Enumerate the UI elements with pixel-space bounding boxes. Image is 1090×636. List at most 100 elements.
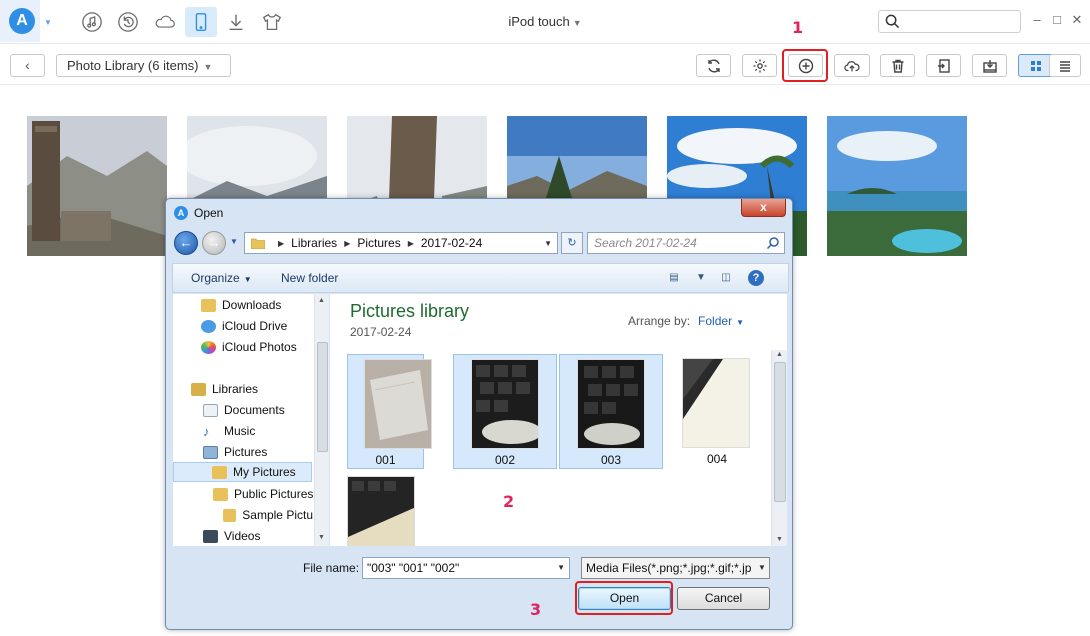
scroll-thumb[interactable] — [774, 362, 786, 502]
scroll-thumb[interactable] — [317, 342, 328, 452]
device-selector[interactable]: iPod touch ▼ — [490, 14, 600, 29]
delete-button[interactable] — [880, 54, 915, 77]
chevron-down-icon[interactable]: ▼ — [736, 318, 744, 327]
nav-item-icloud-photos[interactable]: iCloud Photos — [201, 337, 297, 357]
nav-item-label: Sample Pictu — [242, 508, 313, 522]
file-type-select[interactable]: Media Files(*.png;*.jpg;*.gif;*.jp ▼ — [581, 557, 770, 579]
cloud-icon[interactable] — [152, 10, 178, 34]
icloud-drive-icon — [201, 319, 216, 333]
help-icon[interactable]: ? — [748, 270, 764, 286]
scroll-down-icon[interactable]: ▼ — [776, 536, 783, 543]
maximize-icon[interactable]: □ — [1050, 13, 1064, 27]
file-thumbnail — [471, 359, 539, 449]
nav-item-documents[interactable]: Documents — [203, 400, 285, 420]
preview-pane-icon[interactable]: ◫ — [718, 270, 734, 286]
import-icon — [982, 59, 997, 73]
search-input[interactable] — [878, 10, 1021, 33]
cloud-upload-button[interactable] — [834, 54, 870, 77]
title-bar: A ▼ iPod touch ▼ – □ ✕ — [0, 0, 1090, 44]
cancel-button[interactable]: Cancel — [677, 587, 770, 610]
address-bar[interactable]: ▶ Libraries ▶ Pictures ▶ 2017-02-24 ▼ — [244, 232, 558, 254]
export-button[interactable] — [926, 54, 961, 77]
music-icon[interactable] — [80, 10, 104, 34]
file-scrollbar[interactable]: ▲ ▼ — [771, 350, 787, 546]
icloud-photos-icon — [201, 340, 216, 354]
grid-view-icon — [1030, 60, 1041, 71]
dialog-close-button[interactable]: x — [741, 199, 786, 217]
library-label: Photo Library (6 items) — [67, 58, 199, 73]
nav-item-videos[interactable]: Videos — [203, 526, 260, 546]
folder-icon — [213, 487, 228, 501]
nav-item-label: Documents — [224, 403, 285, 417]
forward-arrow-icon[interactable]: → — [202, 231, 226, 255]
nav-item-my-pictures[interactable]: My Pictures — [173, 462, 312, 482]
scroll-up-icon[interactable]: ▲ — [776, 351, 783, 358]
library-selector[interactable]: Photo Library (6 items) ▼ — [56, 54, 231, 77]
new-folder-button[interactable]: New folder — [281, 271, 338, 285]
device-icon[interactable] — [185, 7, 217, 37]
breadcrumb-pictures[interactable]: Pictures — [357, 236, 400, 250]
open-highlight — [575, 581, 673, 615]
search-icon — [766, 237, 779, 250]
scroll-up-icon[interactable]: ▲ — [318, 297, 325, 304]
add-highlight — [782, 49, 828, 82]
list-view-button[interactable] — [1049, 54, 1081, 77]
refresh-icon — [707, 59, 720, 72]
nav-item-sample-pictures[interactable]: Sample Pictu — [223, 505, 313, 525]
file-name-label: File name: — [303, 561, 360, 575]
nav-item-downloads[interactable]: Downloads — [201, 295, 281, 315]
chevron-down-icon[interactable]: ▼ — [544, 239, 552, 248]
chevron-down-icon[interactable]: ▼ — [755, 558, 769, 578]
back-button[interactable]: ‹ — [10, 54, 45, 77]
grid-view-button[interactable] — [1018, 54, 1053, 77]
nav-item-public-pictures[interactable]: Public Pictures — [213, 484, 313, 504]
nav-item-icloud-drive[interactable]: iCloud Drive — [201, 316, 287, 336]
address-bar-row: ← → ▼ ▶ Libraries ▶ Pictures ▶ 2017-02-2… — [174, 230, 785, 256]
close-icon[interactable]: ✕ — [1070, 13, 1084, 27]
refresh-location-icon[interactable]: ↻ — [561, 232, 583, 254]
step-2-label: 2 — [503, 492, 515, 511]
nav-item-label: My Pictures — [233, 465, 296, 479]
breadcrumb-date-folder[interactable]: 2017-02-24 — [421, 236, 482, 250]
change-view-icon[interactable]: ▤ — [666, 270, 682, 286]
tshirt-icon[interactable] — [260, 10, 284, 34]
download-icon[interactable] — [224, 10, 248, 34]
app-icon: A — [174, 206, 188, 220]
arrange-label: Arrange by: — [628, 314, 691, 328]
file-tile[interactable]: 003 — [559, 354, 663, 469]
recent-locations-icon[interactable]: ▼ — [230, 237, 238, 246]
photo-thumbnail[interactable] — [27, 116, 167, 256]
logo-icon: A — [9, 8, 35, 34]
file-name-input[interactable]: "003" "001" "002" ▼ — [362, 557, 570, 579]
anytrans-window: A ▼ iPod touch ▼ – □ ✕ ‹ Photo Library (… — [0, 0, 1090, 636]
file-tile[interactable]: 004 — [665, 354, 769, 469]
photo-thumbnail[interactable] — [827, 116, 967, 256]
file-tile[interactable]: 002 — [453, 354, 557, 469]
nav-item-libraries[interactable]: Libraries — [191, 379, 258, 399]
nav-scrollbar[interactable]: ▲ ▼ — [314, 294, 329, 546]
settings-button[interactable] — [742, 54, 777, 77]
minimize-icon[interactable]: – — [1030, 13, 1044, 27]
chevron-down-icon[interactable]: ▼ — [43, 18, 53, 28]
app-logo[interactable]: A — [0, 0, 40, 42]
arrange-by: Arrange by: Folder ▼ — [628, 314, 744, 328]
scroll-down-icon[interactable]: ▼ — [318, 534, 325, 541]
nav-item-pictures[interactable]: Pictures — [203, 442, 267, 462]
chevron-down-icon[interactable]: ▼ — [696, 270, 706, 286]
breadcrumb-libraries[interactable]: Libraries — [291, 236, 337, 250]
back-arrow-icon[interactable]: ← — [174, 231, 198, 255]
import-button[interactable] — [972, 54, 1007, 77]
arrange-value[interactable]: Folder — [698, 314, 732, 328]
organize-label: Organize — [191, 271, 240, 285]
organize-menu[interactable]: Organize ▼ — [191, 271, 252, 285]
command-bar: Organize ▼ New folder ▤ ▼ ◫ ? — [172, 263, 789, 293]
chevron-down-icon[interactable]: ▼ — [557, 558, 565, 578]
restore-icon[interactable] — [116, 10, 140, 34]
file-tile[interactable] — [347, 472, 451, 546]
nav-item-label: iCloud Drive — [222, 319, 288, 333]
nav-item-music[interactable]: ♪ Music — [203, 421, 255, 441]
refresh-button[interactable] — [696, 54, 731, 77]
file-tile[interactable]: 001 — [347, 354, 432, 469]
dialog-search-input[interactable]: Search 2017-02-24 — [587, 232, 785, 254]
dialog-search-placeholder: Search 2017-02-24 — [594, 236, 697, 250]
